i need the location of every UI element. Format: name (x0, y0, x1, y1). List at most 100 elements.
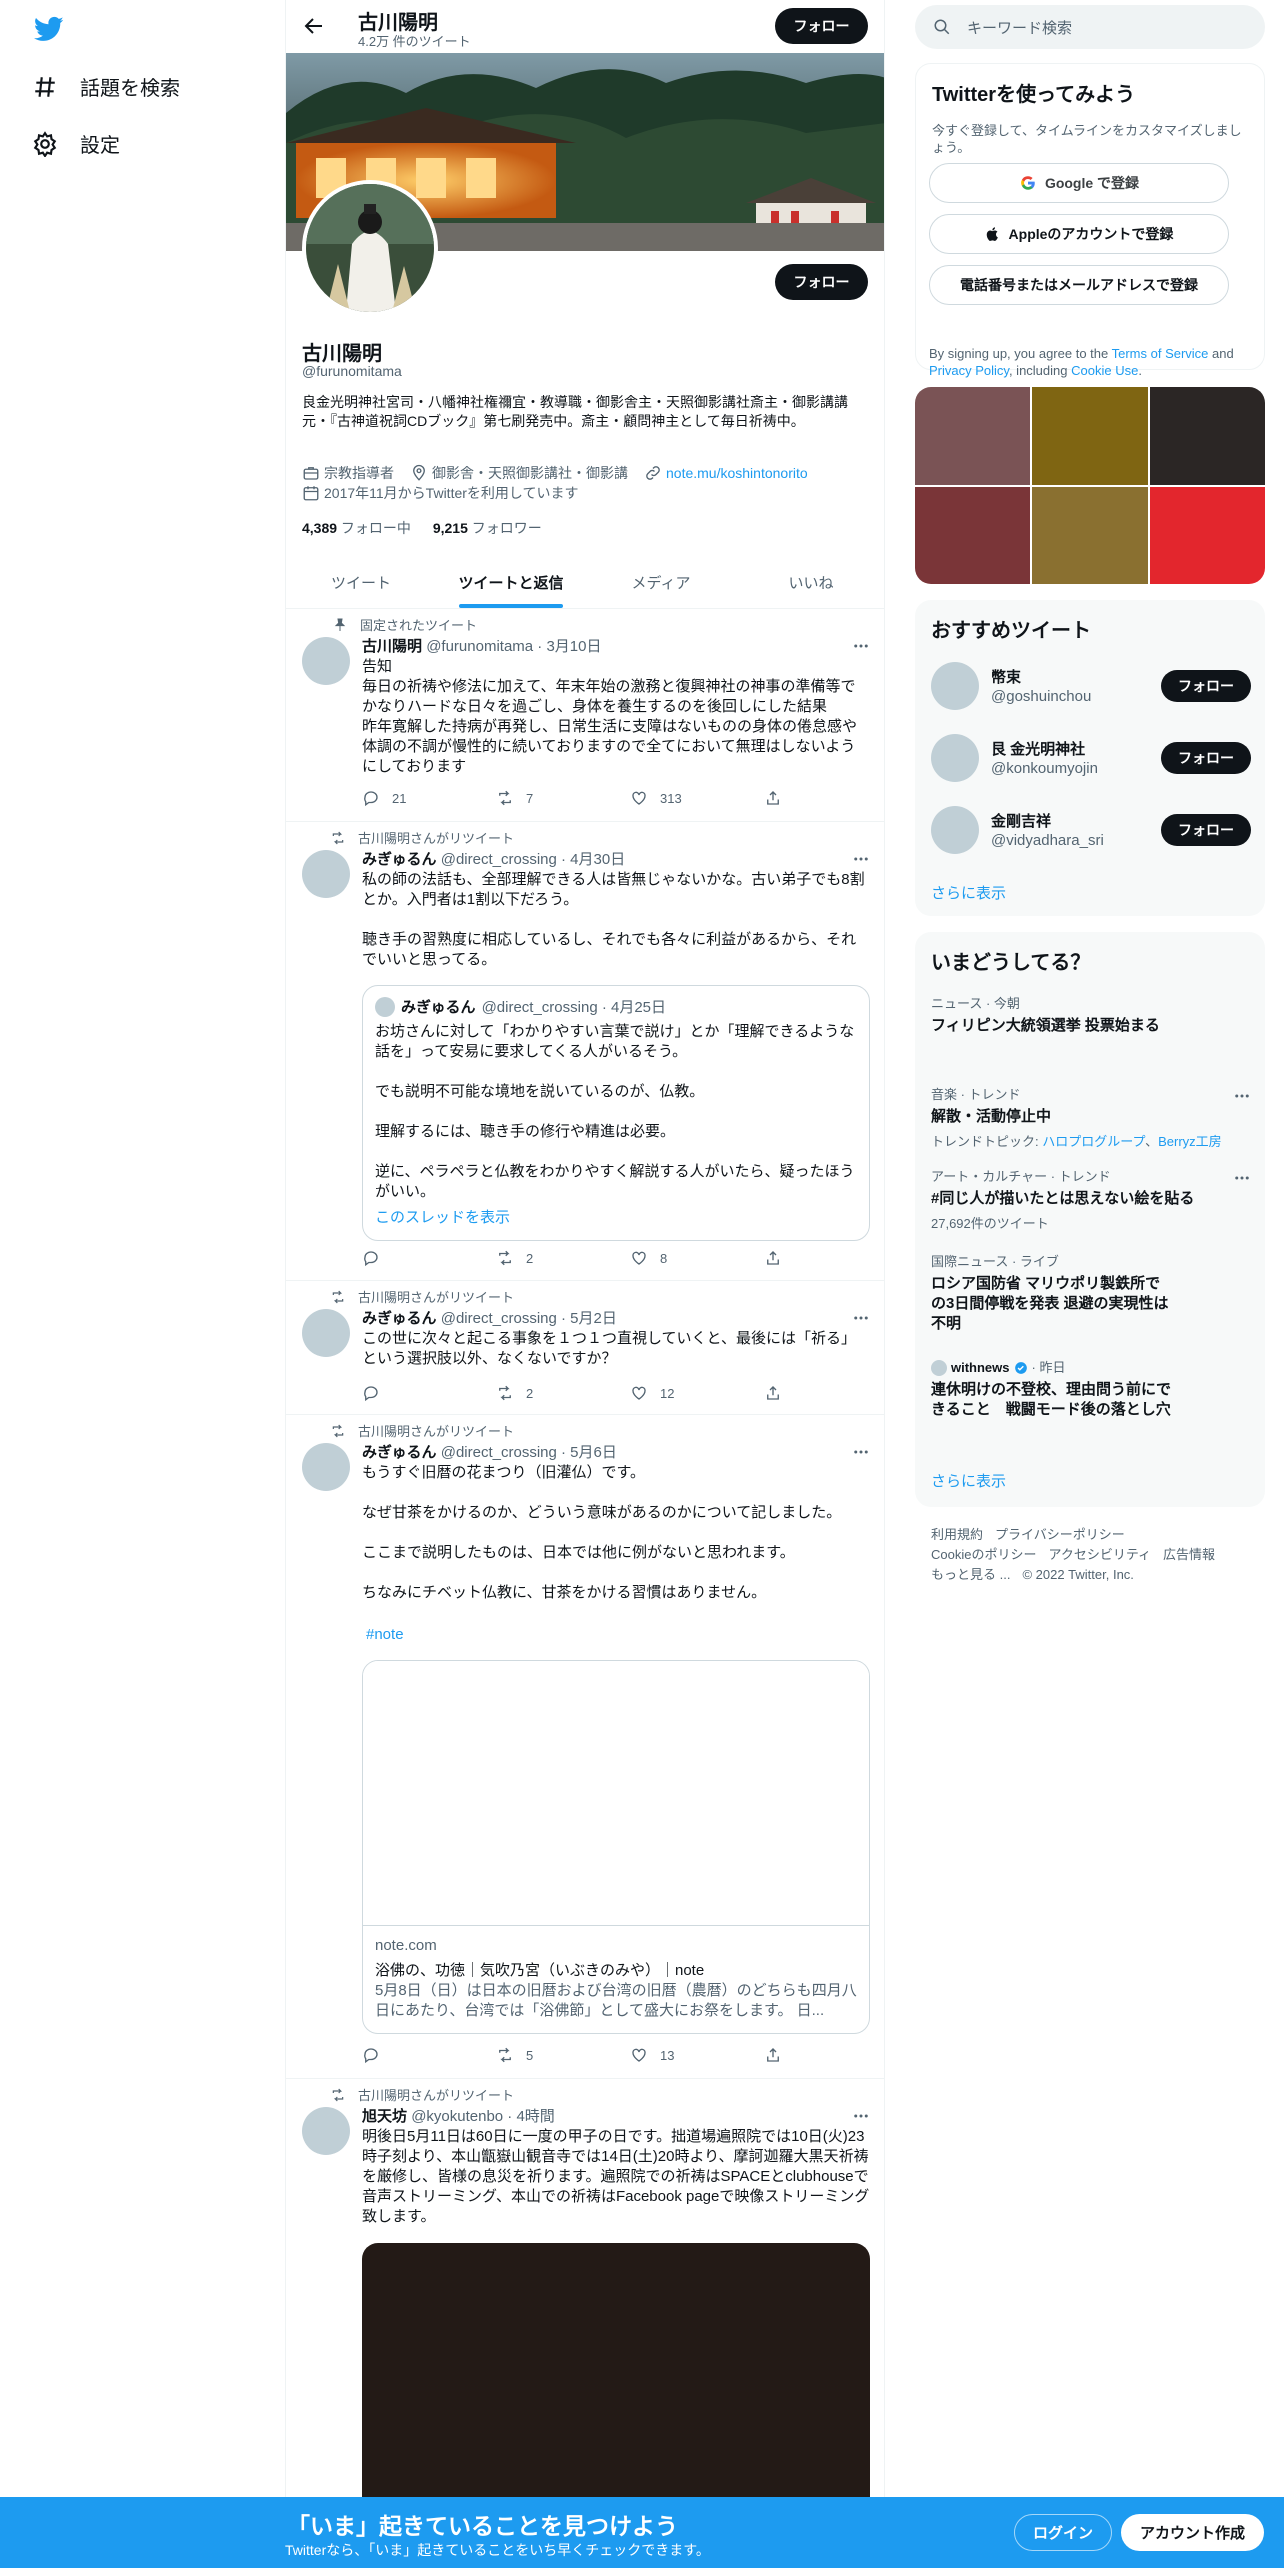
reply-button[interactable] (362, 1384, 442, 1402)
footer-link[interactable]: 広告情報 (1163, 1547, 1215, 1562)
briefcase-icon (303, 467, 319, 480)
tweet-pinned[interactable]: 固定されたツイート 古川陽明 @furunomitama · 3月10日 告知 … (286, 609, 884, 822)
retweet-button[interactable]: 5 (496, 2046, 576, 2064)
footer-link[interactable]: もっと見る ... (931, 1567, 1010, 1582)
trend-item[interactable]: 音楽 · トレンド 解散・活動停止中 トレンドトピック: ハロプログループ、Be… (931, 1087, 1251, 1150)
quoted-tweet[interactable]: みぎゅるん @direct_crossing · 4月25日 お坊さんに対して「… (362, 985, 870, 1241)
create-account-button[interactable]: アカウント作成 (1121, 2514, 1264, 2551)
footer-link[interactable]: アクセシビリティ (1048, 1547, 1151, 1562)
login-button[interactable]: ログイン (1014, 2514, 1112, 2551)
followers-link[interactable]: 9,215 フォロワー (433, 520, 542, 536)
who-to-follow-item[interactable]: 金剛吉祥 @vidyadhara_sri フォロー (931, 802, 1251, 858)
trend-item[interactable]: 国際ニュース · ライブ ロシア国防省 マリウポリ製鉄所での3日間停戦を発表 退… (931, 1254, 1171, 1334)
like-button[interactable]: 8 (630, 1249, 710, 1267)
reply-button[interactable]: 21 (362, 789, 442, 807)
tweet-avatar[interactable] (302, 1309, 350, 1357)
back-arrow-icon[interactable] (302, 14, 326, 38)
tweet-avatar[interactable] (302, 850, 350, 898)
tweet-retweet[interactable]: 古川陽明さんがリツイート みぎゅるん @direct_crossing · 5月… (286, 1281, 884, 1415)
share-button[interactable] (764, 1384, 794, 1402)
retweet-button[interactable]: 2 (496, 1384, 576, 1402)
tweet-avatar[interactable] (302, 1443, 350, 1491)
reply-button[interactable] (362, 2046, 442, 2064)
tab-likes[interactable]: いいね (736, 556, 884, 608)
search-input[interactable]: キーワード検索 (967, 17, 1072, 38)
footer-link[interactable]: 利用規約 (931, 1527, 983, 1542)
who-to-follow-show-more[interactable]: さらに表示 (931, 882, 1006, 903)
heart-icon (632, 1386, 646, 1400)
reply-icon (364, 2048, 378, 2064)
media-thumbnail[interactable] (915, 486, 1031, 584)
verified-badge-icon (1014, 1362, 1027, 1374)
more-options-icon[interactable] (852, 1443, 870, 1461)
header-follow-button[interactable]: フォロー (775, 8, 868, 44)
tab-tweets-and-replies[interactable]: ツイートと返信 (436, 556, 586, 608)
terms-link[interactable]: Terms of Service (1112, 346, 1209, 361)
signup-legal-text: By signing up, you agree to the Terms of… (929, 346, 1234, 378)
search-box[interactable]: キーワード検索 (915, 5, 1265, 49)
tweet-retweet-card[interactable]: 古川陽明さんがリツイート みぎゅるん @direct_crossing · 5月… (286, 1415, 884, 2079)
share-button[interactable] (764, 2046, 794, 2064)
apple-signup-button[interactable]: Appleのアカウントで登録 (929, 214, 1229, 254)
phone-email-signup-button[interactable]: 電話番号またはメールアドレスで登録 (929, 265, 1229, 305)
following-link[interactable]: 4,389 フォロー中 (302, 520, 411, 536)
reply-button[interactable] (362, 1249, 442, 1267)
footer-link[interactable]: Cookieのポリシー (931, 1547, 1036, 1562)
tweet-header: みぎゅるん @direct_crossing · 5月2日 (362, 1310, 617, 1327)
google-signup-button[interactable]: Google で登録 (929, 163, 1229, 203)
retweet-icon (332, 831, 344, 844)
more-options-icon[interactable] (852, 637, 870, 655)
link-card-description: 5月8日（日）は日本の旧暦および台湾の旧暦（農暦）のどちらも四月八日にあたり、台… (375, 1982, 857, 2019)
follow-button[interactable]: フォロー (1161, 814, 1251, 846)
media-thumbnail[interactable] (1149, 486, 1265, 584)
trend-item[interactable]: withnews · 昨日 連休明けの不登校、理由問う前にできること 戦闘モード… (931, 1360, 1171, 1420)
tweet-retweet-quote[interactable]: 古川陽明さんがリツイート みぎゅるん @direct_crossing · 4月… (286, 822, 884, 1281)
cookie-link[interactable]: Cookie Use (1071, 363, 1138, 378)
like-button[interactable]: 13 (630, 2046, 710, 2064)
retweet-icon (499, 1250, 511, 1266)
trend-item[interactable]: ニュース · 今朝 フィリピン大統領選挙 投票始まる (931, 996, 1251, 1036)
more-options-icon[interactable] (1233, 1169, 1251, 1187)
footer-link[interactable]: プライバシーポリシー (995, 1527, 1125, 1542)
media-thumbnail[interactable] (1032, 486, 1148, 584)
nav-explore[interactable]: 話題を検索 (32, 72, 180, 101)
nav-settings[interactable]: 設定 (32, 129, 120, 158)
nav-explore-label: 話題を検索 (80, 78, 180, 100)
more-options-icon[interactable] (852, 1309, 870, 1327)
retweet-button[interactable]: 2 (496, 1249, 576, 1267)
show-thread-link[interactable]: このスレッドを表示 (375, 1206, 510, 1227)
nav-settings-label: 設定 (80, 135, 120, 157)
tab-media[interactable]: メディア (586, 556, 736, 608)
media-thumbnail[interactable] (915, 387, 1031, 485)
share-button[interactable] (764, 789, 794, 807)
twitter-logo-icon[interactable] (32, 14, 66, 44)
privacy-link[interactable]: Privacy Policy (929, 363, 1009, 378)
like-button[interactable]: 313 (630, 789, 710, 807)
retweet-icon (332, 1290, 344, 1303)
trend-item[interactable]: アート・カルチャー · トレンド #同じ人が描いたとは思えない絵を貼る 27,6… (931, 1169, 1251, 1232)
trends-show-more[interactable]: さらに表示 (931, 1470, 1006, 1491)
more-options-icon[interactable] (852, 2107, 870, 2125)
media-thumbnail[interactable] (1149, 387, 1265, 485)
more-options-icon[interactable] (1233, 1087, 1251, 1105)
retweet-button[interactable]: 7 (496, 789, 576, 807)
profile-avatar[interactable] (302, 180, 438, 316)
link-card[interactable]: note.com 浴佛の、功徳｜気吹乃宮（いぶきのみや）｜note 5月8日（日… (362, 1660, 870, 2034)
follow-button[interactable]: フォロー (1161, 670, 1251, 702)
tab-tweets[interactable]: ツイート (286, 556, 436, 608)
tweet-avatar[interactable] (302, 2107, 350, 2155)
hashtag-link[interactable]: #note (366, 1626, 404, 1643)
media-thumbnail[interactable] (1032, 387, 1148, 485)
tweet-avatar[interactable] (302, 637, 350, 685)
share-button[interactable] (764, 1249, 794, 1267)
profile-website-link[interactable]: note.mu/koshintonorito (666, 465, 808, 481)
profile-follow-button[interactable]: フォロー (775, 264, 868, 300)
who-to-follow-item[interactable]: 艮 金光明神社 @konkoumyojin フォロー (931, 730, 1251, 786)
tweet-retweet-media[interactable]: 古川陽明さんがリツイート 旭天坊 @kyokutenbo · 4時間 明後日5月… (286, 2079, 884, 2568)
more-options-icon[interactable] (852, 850, 870, 868)
who-to-follow-item[interactable]: 幣束 @goshuinchou フォロー (931, 658, 1251, 714)
follow-button[interactable]: フォロー (1161, 742, 1251, 774)
profile-name: 古川陽明 (302, 343, 382, 365)
tweet-actions: 5 13 (362, 2046, 794, 2064)
like-button[interactable]: 12 (630, 1384, 710, 1402)
